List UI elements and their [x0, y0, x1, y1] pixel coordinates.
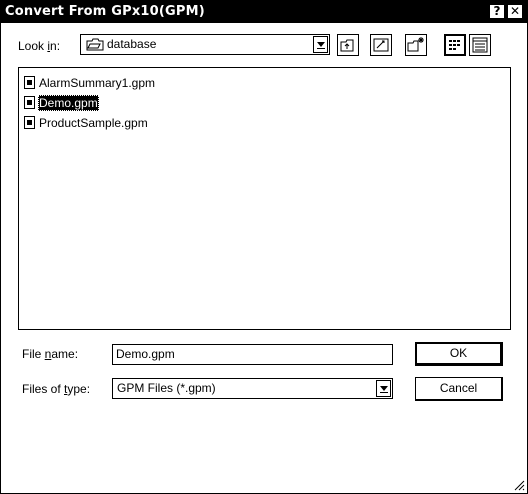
- resize-grip-icon[interactable]: [513, 479, 525, 491]
- gpm-file-icon: [24, 96, 35, 109]
- help-button[interactable]: ?: [489, 4, 505, 19]
- gpm-file-icon: [24, 116, 35, 129]
- file-name-text: AlarmSummary1.gpm: [39, 76, 156, 90]
- details-view-icon: [472, 37, 488, 53]
- details-view-button[interactable]: [469, 34, 491, 56]
- look-in-label: Look in:: [18, 39, 61, 53]
- file-name-input[interactable]: Demo.gpm: [112, 344, 393, 365]
- list-view-button[interactable]: [444, 34, 466, 56]
- file-name-label: File name:: [22, 347, 79, 361]
- new-folder-icon: [407, 37, 424, 52]
- up-one-level-button[interactable]: [337, 34, 359, 56]
- files-of-type-select[interactable]: GPM Files (*.gpm): [112, 378, 393, 399]
- folder-icon: [86, 38, 104, 51]
- dialog-title: Convert From GPx10(GPM): [5, 4, 205, 19]
- up-one-level-icon: [340, 39, 354, 52]
- gpm-file-icon: [24, 76, 35, 89]
- close-button[interactable]: ✕: [507, 4, 523, 19]
- file-name-text: Demo.gpm: [38, 95, 99, 111]
- list-view-icon: [449, 40, 460, 50]
- ok-button[interactable]: OK: [415, 342, 503, 366]
- files-of-type-label: Files of type:: [22, 382, 91, 396]
- title-bar[interactable]: Convert From GPx10(GPM) ? ✕: [1, 1, 527, 23]
- file-name-text: ProductSample.gpm: [39, 116, 148, 130]
- chevron-down-icon[interactable]: [313, 36, 328, 53]
- chevron-down-icon[interactable]: [376, 380, 391, 397]
- desktop-icon: [373, 38, 389, 52]
- file-list[interactable]: AlarmSummary1.gpm Demo.gpm ProductSample…: [18, 67, 511, 330]
- new-folder-button[interactable]: [405, 34, 427, 56]
- cancel-button[interactable]: Cancel: [415, 377, 503, 401]
- look-in-combo[interactable]: database: [80, 34, 330, 55]
- desktop-button[interactable]: [370, 34, 392, 56]
- look-in-value: database: [107, 37, 157, 51]
- convert-dialog: Convert From GPx10(GPM) ? ✕ Look in: dat…: [0, 0, 528, 494]
- files-of-type-value: GPM Files (*.gpm): [117, 381, 216, 395]
